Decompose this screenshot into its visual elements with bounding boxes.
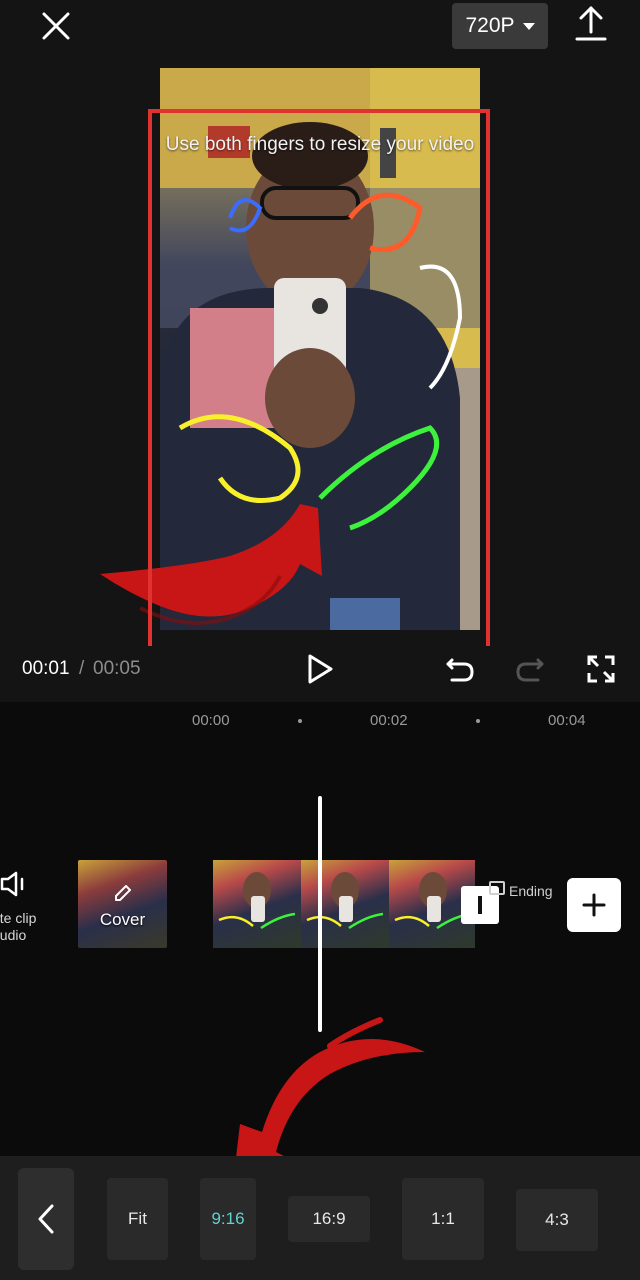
- resize-hint-text: Use both fingers to resize your video: [165, 134, 475, 155]
- ending-icon: [489, 881, 505, 895]
- cover-button[interactable]: Cover: [78, 860, 167, 948]
- timeline[interactable]: 00:00 00:02 00:04 ute clip audio Cover E…: [0, 702, 640, 1208]
- play-icon: [308, 654, 333, 684]
- cover-label: Cover: [99, 910, 146, 929]
- top-bar: 720P: [0, 0, 640, 56]
- ratio-option-16-9[interactable]: 16:9: [288, 1196, 370, 1242]
- close-icon: [42, 12, 70, 40]
- back-button[interactable]: [18, 1168, 74, 1270]
- clip-thumbnail: [301, 860, 389, 948]
- time-separator: /: [79, 658, 85, 679]
- caret-down-icon: [522, 22, 535, 30]
- ending-label[interactable]: Ending: [509, 883, 553, 899]
- resolution-label: 720P: [465, 14, 515, 37]
- mute-clip-audio-label[interactable]: ute clip audio: [0, 910, 52, 944]
- ratio-option-1-1[interactable]: 1:1: [402, 1178, 484, 1260]
- ratio-option-4-3[interactable]: 4:3: [516, 1189, 598, 1251]
- fullscreen-button[interactable]: [586, 654, 616, 684]
- close-button[interactable]: [36, 6, 76, 46]
- aspect-ratio-bar: Fit 9:16 16:9 1:1 4:3: [0, 1156, 640, 1280]
- upload-icon: [575, 6, 607, 41]
- add-clip-button[interactable]: [567, 878, 621, 932]
- clip-thumbnail: [213, 860, 301, 948]
- fullscreen-icon: [587, 655, 615, 683]
- export-button[interactable]: [572, 4, 610, 44]
- pencil-icon: [115, 885, 131, 901]
- playhead[interactable]: [318, 796, 322, 1032]
- current-time: 00:01: [22, 658, 70, 679]
- playback-controls: 00:01 / 00:05: [0, 646, 640, 702]
- undo-button[interactable]: [444, 654, 476, 684]
- redo-button[interactable]: [514, 654, 546, 684]
- ruler-dot: [476, 719, 480, 723]
- play-button[interactable]: [305, 652, 335, 686]
- ratio-option-fit[interactable]: Fit: [107, 1178, 168, 1260]
- total-time: 00:05: [93, 658, 141, 679]
- plus-icon: [582, 893, 606, 917]
- ruler-dot: [298, 719, 302, 723]
- ruler-tick-label: 00:04: [548, 712, 586, 729]
- redo-icon: [516, 658, 544, 682]
- speaker-icon[interactable]: [0, 870, 32, 898]
- ratio-option-9-16[interactable]: 9:16: [200, 1178, 256, 1260]
- ruler-tick-label: 00:02: [370, 712, 408, 729]
- resolution-dropdown[interactable]: 720P: [452, 3, 548, 49]
- video-clip-track[interactable]: [213, 860, 475, 948]
- chevron-left-icon: [38, 1204, 54, 1234]
- undo-icon: [446, 658, 474, 682]
- video-preview-area: Use both fingers to resize your video: [0, 56, 640, 699]
- ruler-tick-label: 00:00: [192, 712, 230, 729]
- trim-grip: [478, 896, 482, 914]
